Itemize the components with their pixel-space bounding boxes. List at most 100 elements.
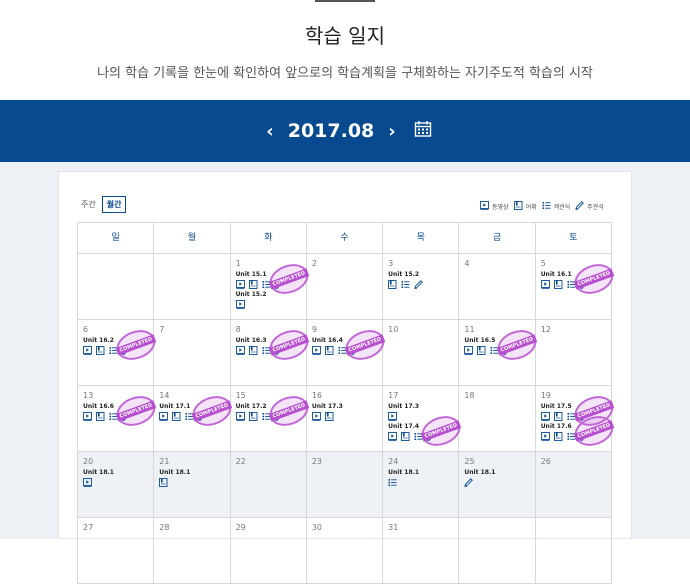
study-entry[interactable]: Unit 18.1 (464, 469, 534, 488)
pencil-icon[interactable] (414, 280, 423, 289)
vocab-icon[interactable] (172, 412, 181, 421)
day-cell[interactable]: 26 (535, 452, 612, 518)
tab-monthly[interactable]: 월간 (101, 196, 127, 213)
study-entry[interactable]: Unit 16.3 COMPLETED (235, 325, 313, 365)
day-cell[interactable]: 23 (306, 452, 384, 518)
vocab-icon[interactable] (324, 412, 334, 421)
vocab-icon[interactable] (96, 346, 105, 355)
day-cell[interactable]: 3 Unit 15.2 (383, 254, 460, 320)
video-icon[interactable] (235, 346, 245, 355)
day-cell[interactable]: 15 Unit 17.2 COMPLETED (230, 386, 313, 452)
day-cell[interactable]: 13 Unit 16.6 COMPLETED (78, 386, 160, 452)
video-icon[interactable] (388, 432, 398, 441)
video-icon[interactable] (311, 412, 321, 421)
vocab-icon[interactable] (324, 346, 334, 355)
video-icon[interactable] (540, 280, 550, 289)
prev-month-button[interactable]: ‹ (266, 121, 273, 142)
next-month-button[interactable]: › (388, 121, 395, 142)
day-cell[interactable]: 24 Unit 18.1 (383, 452, 460, 518)
day-cell[interactable]: 2 (306, 254, 384, 320)
day-cell[interactable]: 16 Unit 17.3 (306, 386, 384, 452)
study-entry[interactable]: Unit 15.2 (388, 271, 458, 290)
day-cell[interactable]: 5 Unit 16.1 COMPLETED (535, 254, 618, 320)
study-entry[interactable]: Unit 18.1 (83, 469, 153, 488)
unit-label: Unit 18.1 (159, 469, 191, 476)
day-cell[interactable]: 1 Unit 15.1 COMPLETED Unit 15.2 (230, 254, 313, 320)
day-cell[interactable]: 9 Unit 16.4 COMPLETED (306, 320, 389, 386)
day-cell[interactable]: 11 Unit 16.5 COMPLETED (459, 320, 541, 386)
video-icon[interactable] (83, 478, 92, 487)
video-icon[interactable] (159, 412, 169, 421)
video-icon[interactable] (540, 412, 550, 421)
vocab-icon[interactable] (248, 412, 258, 421)
day-cell[interactable]: 31 (383, 518, 460, 584)
day-cell[interactable]: 8 Unit 16.3 COMPLETED (230, 320, 313, 386)
vocab-icon[interactable] (248, 346, 258, 355)
day-number: 12 (540, 325, 551, 334)
day-cell[interactable]: 29 (230, 518, 307, 584)
day-cell[interactable]: 28 (154, 518, 231, 584)
calendar-icon[interactable] (414, 120, 432, 142)
vocab-icon[interactable] (248, 280, 258, 289)
study-entry[interactable]: Unit 16.5 COMPLETED (464, 325, 541, 365)
day-cell[interactable] (78, 254, 155, 320)
quiz-icon[interactable] (401, 280, 410, 289)
study-entry[interactable]: Unit 16.6 COMPLETED (83, 391, 160, 431)
day-cell[interactable]: 12 (535, 320, 612, 386)
vocab-icon[interactable] (401, 432, 410, 441)
study-entry[interactable]: Unit 17.2 COMPLETED (235, 391, 313, 431)
legend-item-video: 동영상 (480, 201, 509, 212)
week-row: 27 28 29 30 31 (78, 518, 612, 584)
study-entry[interactable]: Unit 15.1 COMPLETED (235, 259, 313, 299)
day-number: 21 (159, 457, 170, 466)
day-cell[interactable]: 4 (459, 254, 536, 320)
study-entry[interactable]: Unit 18.1 (388, 469, 458, 488)
vocab-icon[interactable] (477, 346, 486, 355)
study-entry[interactable]: Unit 16.4 COMPLETED (311, 325, 389, 365)
day-cell[interactable]: 19 Unit 17.5 COMPLETED Unit 17.6 COMPLETED (535, 386, 618, 452)
video-icon[interactable] (235, 300, 245, 309)
day-cell[interactable] (535, 518, 612, 584)
day-cell[interactable]: 18 (459, 386, 536, 452)
video-icon[interactable] (83, 346, 92, 355)
vocab-icon[interactable] (553, 280, 563, 289)
pencil-icon[interactable] (464, 478, 474, 487)
day-cell[interactable]: 10 (383, 320, 460, 386)
study-entry[interactable]: Unit 18.1 (159, 469, 229, 488)
day-cell[interactable]: 17 Unit 17.3 Unit 17.4 COMPLETED (383, 386, 465, 452)
day-cell[interactable] (154, 254, 231, 320)
video-icon[interactable] (235, 280, 245, 289)
study-entry[interactable]: Unit 17.3 (312, 403, 382, 422)
day-cell[interactable]: 20 Unit 18.1 (78, 452, 155, 518)
study-entry[interactable]: Unit 17.4 COMPLETED (388, 411, 465, 451)
quiz-icon[interactable] (388, 478, 397, 487)
day-cell[interactable]: 27 (78, 518, 155, 584)
tab-weekly[interactable]: 주간 (81, 199, 96, 210)
vocab-icon[interactable] (553, 432, 563, 441)
day-cell[interactable]: 30 (306, 518, 384, 584)
vocab-icon[interactable] (553, 412, 563, 421)
study-entry[interactable]: Unit 15.2 (236, 291, 306, 310)
vocab-icon[interactable] (96, 412, 105, 421)
video-icon[interactable] (540, 432, 550, 441)
video-icon[interactable] (311, 346, 321, 355)
day-cell[interactable]: 14 Unit 17.1 COMPLETED (154, 386, 236, 452)
completed-stamp-label: COMPLETED (268, 400, 309, 422)
day-cell[interactable] (459, 518, 536, 584)
entry-icons (388, 279, 458, 290)
vocab-icon[interactable] (159, 478, 168, 487)
video-icon[interactable] (83, 412, 92, 421)
day-cell[interactable]: 25 Unit 18.1 (459, 452, 536, 518)
vocab-icon[interactable] (388, 280, 397, 289)
video-icon[interactable] (464, 346, 474, 355)
day-cell[interactable]: 7 (154, 320, 231, 386)
day-cell[interactable]: 22 (230, 452, 307, 518)
day-cell[interactable]: 6 Unit 16.2 COMPLETED (78, 320, 160, 386)
study-entry[interactable]: Unit 16.2 COMPLETED (83, 325, 160, 365)
study-entry[interactable]: Unit 17.1 COMPLETED (159, 391, 236, 431)
day-cell[interactable]: 21 Unit 18.1 (154, 452, 231, 518)
video-icon[interactable] (235, 412, 245, 421)
video-icon[interactable] (388, 412, 398, 421)
study-entry[interactable]: Unit 17.6 COMPLETED (540, 411, 618, 451)
study-entry[interactable]: Unit 16.1 COMPLETED (540, 259, 618, 299)
